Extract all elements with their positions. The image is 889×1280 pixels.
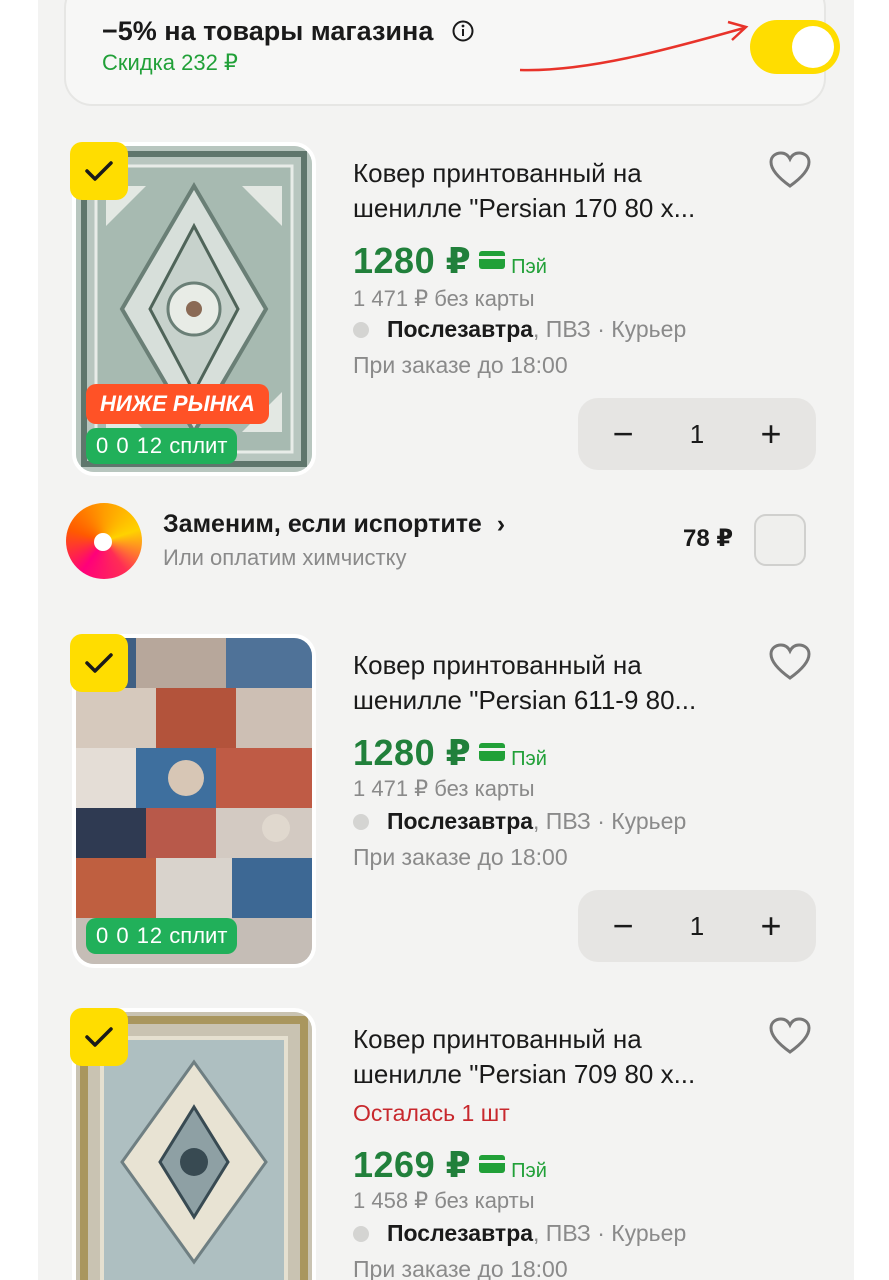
- product-title-line: шенилле "Persian 709 80 х...: [353, 1059, 696, 1089]
- product-title[interactable]: Ковер принтованный на шенилле "Persian 1…: [353, 156, 763, 226]
- service-logo-icon: [66, 503, 142, 579]
- annotation-arrow-icon: [519, 20, 749, 72]
- check-icon: [85, 161, 113, 181]
- card-icon: [479, 743, 506, 761]
- select-checkbox[interactable]: [70, 634, 128, 692]
- pay-label: Пэй: [511, 1160, 547, 1182]
- card-icon: [479, 251, 506, 269]
- delivery-dot-icon: [353, 813, 369, 830]
- pay-label: Пэй: [511, 748, 547, 770]
- delivery-day: Послезавтра: [387, 316, 534, 342]
- price-row: 1280 ₽ Пэй: [353, 240, 547, 282]
- split-badge: 0 0 12 сплит: [86, 428, 238, 464]
- favorite-heart-icon[interactable]: [768, 642, 812, 682]
- increase-button[interactable]: +: [752, 907, 790, 945]
- split-number: 0 0 12: [96, 923, 164, 948]
- quantity-value: 1: [689, 910, 705, 941]
- check-icon: [85, 653, 113, 673]
- store-discount-card: −5% на товары магазина Скидка 232 ₽: [64, 0, 840, 106]
- quantity-value: 1: [689, 418, 705, 449]
- split-badge: 0 0 12 сплит: [86, 918, 238, 954]
- discount-amount: Скидка 232 ₽: [102, 50, 238, 75]
- delivery-methods: , ПВЗ · Курьер: [533, 808, 687, 834]
- decrease-button[interactable]: −: [604, 415, 642, 453]
- card-icon: [479, 1155, 506, 1173]
- price-without-card: 1 458 ₽ без карты: [353, 1188, 535, 1213]
- stock-left: Осталась 1 шт: [353, 1100, 510, 1126]
- cart-sheet: −5% на товары магазина Скидка 232 ₽ НИЖЕ…: [38, 0, 854, 1280]
- below-market-badge: НИЖЕ РЫНКА: [86, 384, 269, 424]
- split-label: сплит: [169, 923, 228, 948]
- decrease-button[interactable]: −: [604, 907, 642, 945]
- price: 1280 ₽: [353, 240, 472, 281]
- delivery-info: Послезавтра , ПВЗ · Курьер: [353, 1220, 686, 1247]
- delivery-info: Послезавтра , ПВЗ · Курьер: [353, 316, 686, 343]
- price: 1280 ₽: [353, 732, 472, 773]
- product-title-line: шенилле "Persian 170 80 х...: [353, 193, 696, 223]
- delivery-day: Послезавтра: [387, 1220, 534, 1246]
- toggle-knob: [792, 26, 834, 68]
- delivery-methods: , ПВЗ · Курьер: [533, 316, 687, 342]
- price: 1269 ₽: [353, 1144, 472, 1185]
- favorite-heart-icon[interactable]: [768, 1016, 812, 1056]
- delivery-methods: , ПВЗ · Курьер: [533, 1220, 687, 1246]
- price-without-card: 1 471 ₽ без карты: [353, 286, 535, 311]
- info-icon[interactable]: [452, 20, 474, 42]
- product-title-line: Ковер принтованный на: [353, 650, 642, 680]
- discount-toggle[interactable]: [750, 20, 840, 74]
- quantity-stepper: − 1 +: [578, 890, 816, 962]
- price-row: 1280 ₽ Пэй: [353, 732, 547, 774]
- insurance-price: 78 ₽: [683, 525, 734, 552]
- order-deadline: При заказе до 18:00: [353, 352, 568, 378]
- split-number: 0 0 12: [96, 433, 164, 458]
- increase-button[interactable]: +: [752, 415, 790, 453]
- product-title[interactable]: Ковер принтованный на шенилле "Persian 6…: [353, 648, 763, 718]
- insurance-subtitle: Или оплатим химчистку: [163, 545, 407, 570]
- pay-label: Пэй: [511, 256, 547, 278]
- replacement-insurance-row[interactable]: Заменим, если испортите › Или оплатим хи…: [38, 500, 854, 580]
- delivery-dot-icon: [353, 1225, 369, 1242]
- product-title-line: Ковер принтованный на: [353, 1024, 642, 1054]
- check-icon: [85, 1027, 113, 1047]
- insurance-title-text: Заменим, если испортите: [163, 510, 482, 538]
- select-checkbox[interactable]: [70, 142, 128, 200]
- split-label: сплит: [169, 433, 228, 458]
- product-title-line: Ковер принтованный на: [353, 158, 642, 188]
- order-deadline: При заказе до 18:00: [353, 844, 568, 870]
- discount-title: −5% на товары магазина: [102, 16, 434, 46]
- favorite-heart-icon[interactable]: [768, 150, 812, 190]
- price-row: 1269 ₽ Пэй: [353, 1144, 547, 1186]
- order-deadline: При заказе до 18:00: [353, 1256, 568, 1280]
- select-checkbox[interactable]: [70, 1008, 128, 1066]
- price-without-card: 1 471 ₽ без карты: [353, 776, 535, 801]
- delivery-info: Послезавтра , ПВЗ · Курьер: [353, 808, 686, 835]
- insurance-title[interactable]: Заменим, если испортите ›: [163, 510, 505, 539]
- delivery-dot-icon: [353, 321, 369, 338]
- insurance-checkbox[interactable]: [754, 514, 806, 566]
- quantity-stepper: − 1 +: [578, 398, 816, 470]
- chevron-right-icon: ›: [496, 510, 506, 538]
- delivery-day: Послезавтра: [387, 808, 534, 834]
- product-title[interactable]: Ковер принтованный на шенилле "Persian 7…: [353, 1022, 763, 1092]
- product-title-line: шенилле "Persian 611-9 80...: [353, 685, 697, 715]
